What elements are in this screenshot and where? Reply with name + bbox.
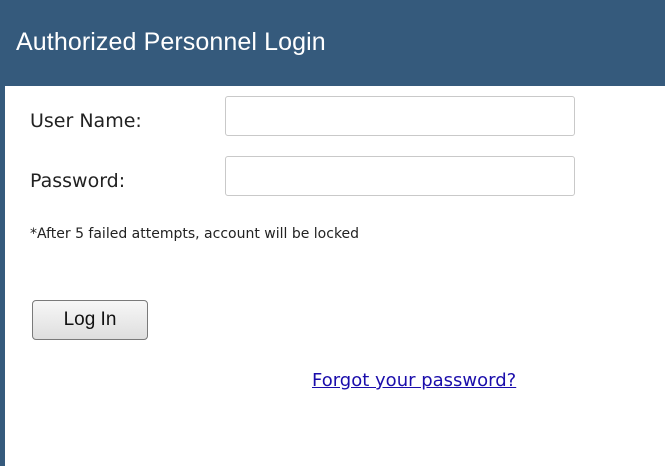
panel-left-border (0, 86, 5, 466)
login-button[interactable]: Log In (32, 300, 148, 340)
login-header: Authorized Personnel Login (0, 0, 665, 86)
password-label: Password: (30, 170, 126, 192)
forgot-password-link[interactable]: Forgot your password? (312, 370, 516, 391)
username-label: User Name: (30, 110, 142, 132)
login-panel: Authorized Personnel Login User Name: Pa… (0, 0, 665, 466)
username-input[interactable] (225, 96, 575, 136)
login-title: Authorized Personnel Login (16, 28, 326, 56)
lockout-note: *After 5 failed attempts, account will b… (30, 226, 360, 242)
password-input[interactable] (225, 156, 575, 196)
